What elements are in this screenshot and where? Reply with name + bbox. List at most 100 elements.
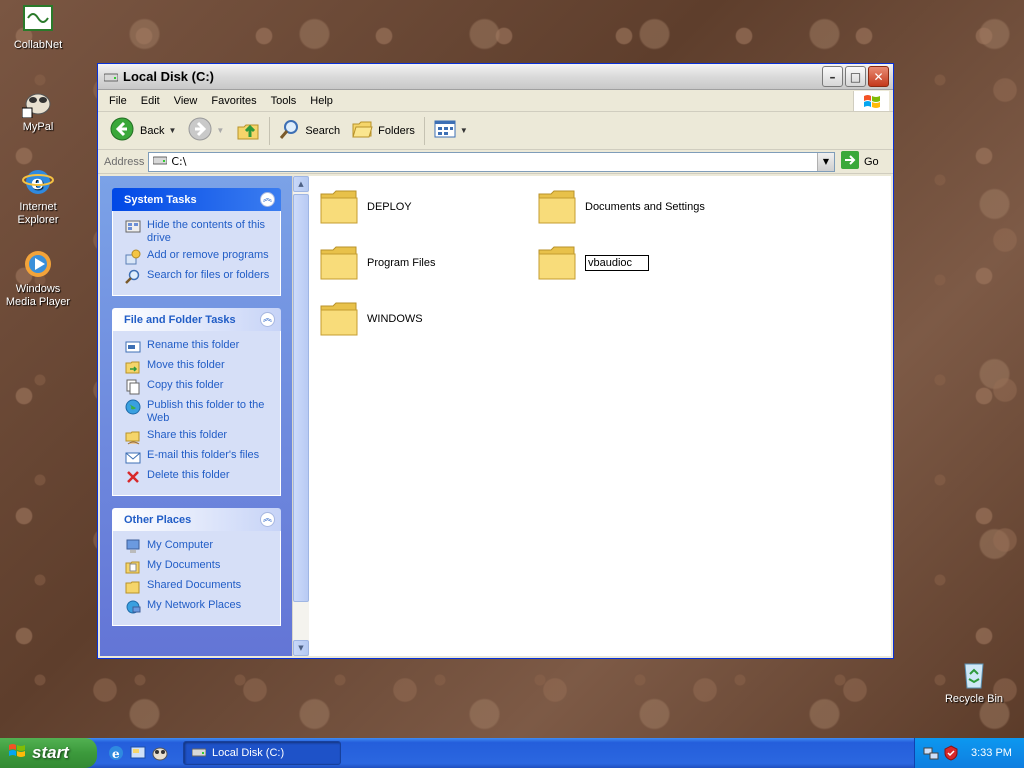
forward-dropdown-icon[interactable]: ▼ <box>216 126 224 135</box>
taskbar-window-button[interactable]: Local Disk (C:) <box>183 741 341 765</box>
place-my-computer[interactable]: My Computer <box>125 539 274 555</box>
network-tray-icon[interactable] <box>923 745 939 761</box>
folder-item[interactable]: DEPLOY <box>319 188 412 226</box>
other-places-header[interactable]: Other Places ︽ <box>112 508 281 531</box>
folder-name: DEPLOY <box>367 201 412 213</box>
email-icon <box>125 449 141 465</box>
task-move-folder[interactable]: Move this folder <box>125 359 274 375</box>
folder-icon <box>537 188 577 226</box>
folders-label: Folders <box>378 124 415 137</box>
back-label: Back <box>140 124 165 137</box>
menu-file[interactable]: File <box>102 95 134 107</box>
scroll-up-icon[interactable]: ▲ <box>293 176 309 192</box>
task-email-files[interactable]: E-mail this folder's files <box>125 449 274 465</box>
desktop-icon-mypal[interactable]: MyPal <box>0 86 76 134</box>
search-label: Search <box>305 124 341 137</box>
network-places-icon <box>125 599 141 615</box>
title-bar[interactable]: Local Disk (C:) – □ ✕ <box>98 64 893 90</box>
shared-documents-icon <box>125 579 141 595</box>
address-bar: Address C:\ ▼ Go <box>98 150 893 174</box>
folder-item-renaming[interactable]: vbaudioc <box>537 244 649 282</box>
task-hide-drive-contents[interactable]: Hide the contents of this drive <box>125 219 274 245</box>
folder-item[interactable]: Program Files <box>319 244 435 282</box>
views-button[interactable]: ▼ <box>428 116 474 146</box>
views-dropdown-icon[interactable]: ▼ <box>460 126 468 135</box>
drive-icon <box>152 155 168 168</box>
file-folder-tasks-header[interactable]: File and Folder Tasks ︽ <box>112 308 281 331</box>
address-value: C:\ <box>171 155 187 168</box>
show-desktop-icon[interactable] <box>129 744 147 762</box>
forward-arrow-icon <box>188 117 212 144</box>
toolbar-separator <box>269 116 271 145</box>
folder-icon <box>319 300 359 338</box>
hide-contents-icon <box>125 219 141 235</box>
address-input[interactable]: C:\ ▼ <box>148 151 835 172</box>
collapse-chevron-icon[interactable]: ︽ <box>260 192 275 207</box>
folder-item[interactable]: WINDOWS <box>319 300 423 338</box>
rename-input[interactable]: vbaudioc <box>585 255 649 271</box>
clock[interactable]: 3:33 PM <box>971 747 1012 759</box>
place-shared-documents[interactable]: Shared Documents <box>125 579 274 595</box>
minimize-button[interactable]: – <box>822 66 843 87</box>
start-button[interactable]: start <box>0 738 97 768</box>
explorer-window[interactable]: Local Disk (C:) – □ ✕ File Edit View Fav… <box>97 63 894 659</box>
desktop-icon-internet-explorer[interactable]: e Internet Explorer <box>0 166 76 227</box>
place-my-documents[interactable]: My Documents <box>125 559 274 575</box>
folder-item[interactable]: Documents and Settings <box>537 188 705 226</box>
desktop-icon-label: CollabNet <box>13 39 63 51</box>
back-button[interactable]: Back ▼ <box>104 116 182 146</box>
scroll-thumb[interactable] <box>293 194 309 602</box>
globe-icon <box>125 399 141 415</box>
collapse-chevron-icon[interactable]: ︽ <box>260 512 275 527</box>
task-copy-folder[interactable]: Copy this folder <box>125 379 274 395</box>
place-my-network-places[interactable]: My Network Places <box>125 599 274 615</box>
folder-name: Program Files <box>367 257 436 269</box>
mypal-icon[interactable] <box>151 744 169 762</box>
security-shield-icon[interactable] <box>943 745 959 761</box>
other-places-group: Other Places ︽ My Computer My Documents … <box>112 508 281 626</box>
windows-media-player-icon <box>22 248 54 280</box>
back-dropdown-icon[interactable]: ▼ <box>168 126 176 135</box>
menu-help[interactable]: Help <box>303 95 340 107</box>
desktop-icon-collabnet[interactable]: CollabNet <box>0 4 76 52</box>
up-folder-button[interactable] <box>230 116 266 146</box>
menu-tools[interactable]: Tools <box>264 95 304 107</box>
taskbar-window-label: Local Disk (C:) <box>212 747 285 759</box>
task-share-folder[interactable]: Share this folder <box>125 429 274 445</box>
desktop-icon-recycle-bin[interactable]: Recycle Bin <box>936 658 1012 706</box>
vertical-scrollbar[interactable]: ▲ ▼ <box>292 176 309 656</box>
toolbar: Back ▼ ▼ Search Folders ▼ <box>98 112 893 150</box>
desktop-icon-windows-media-player[interactable]: Windows Media Player <box>0 248 76 309</box>
maximize-button[interactable]: □ <box>845 66 866 87</box>
forward-button[interactable]: ▼ <box>182 116 230 146</box>
folders-button[interactable]: Folders <box>346 116 421 146</box>
task-delete-folder[interactable]: Delete this folder <box>125 469 274 485</box>
minimize-icon: – <box>829 69 836 84</box>
menu-edit[interactable]: Edit <box>134 95 167 107</box>
collapse-chevron-icon[interactable]: ︽ <box>260 312 275 327</box>
up-folder-icon <box>236 117 260 144</box>
maximize-icon: □ <box>849 69 862 84</box>
task-rename-folder[interactable]: Rename this folder <box>125 339 274 355</box>
window-content: System Tasks ︽ Hide the contents of this… <box>100 176 891 656</box>
close-button[interactable]: ✕ <box>868 66 889 87</box>
drive-icon <box>191 747 207 760</box>
internet-explorer-icon[interactable]: e <box>107 744 125 762</box>
task-add-remove-programs[interactable]: Add or remove programs <box>125 249 274 265</box>
task-pane: System Tasks ︽ Hide the contents of this… <box>100 176 292 656</box>
task-search-files[interactable]: Search for files or folders <box>125 269 274 285</box>
task-publish-to-web[interactable]: Publish this folder to the Web <box>125 399 274 425</box>
menu-view[interactable]: View <box>167 95 205 107</box>
desktop-icon-label: Windows Media Player <box>5 283 71 308</box>
search-button[interactable]: Search <box>273 116 346 146</box>
scroll-down-icon[interactable]: ▼ <box>293 640 309 656</box>
address-dropdown-icon[interactable]: ▼ <box>817 152 834 171</box>
folder-icon <box>537 244 577 282</box>
go-button[interactable]: Go <box>841 151 889 172</box>
folder-icon <box>319 188 359 226</box>
system-tasks-header[interactable]: System Tasks ︽ <box>112 188 281 211</box>
menu-favorites[interactable]: Favorites <box>204 95 263 107</box>
window-title: Local Disk (C:) <box>123 69 215 84</box>
add-remove-programs-icon <box>125 249 141 265</box>
my-documents-icon <box>125 559 141 575</box>
